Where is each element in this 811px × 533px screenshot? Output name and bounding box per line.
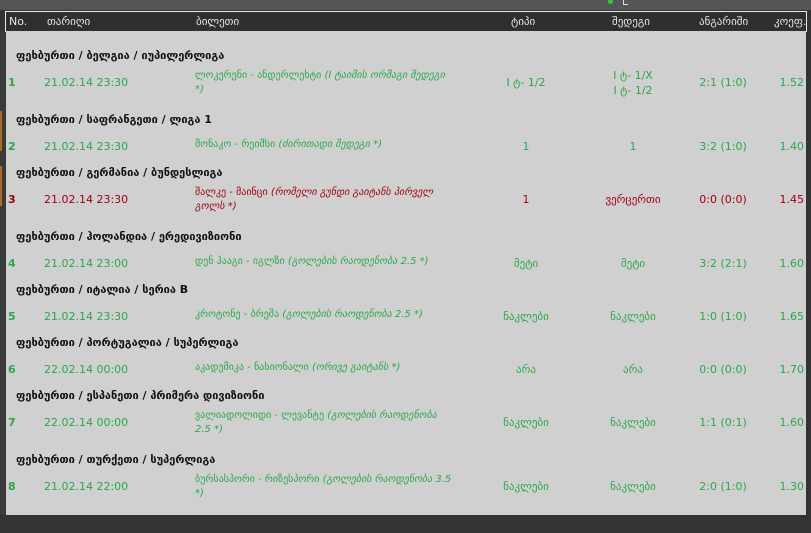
bet-type: ნაკლები [503, 480, 549, 493]
bet-date: 21.02.14 23:30 [44, 193, 129, 206]
col-result: შედეგი [612, 15, 650, 28]
col-coef: კოეფ. [774, 15, 807, 28]
market-name: (ორივე გაიტანს *) [311, 362, 401, 373]
bet-type: ნაკლები [503, 310, 549, 323]
bet-ticket: აკადემიკა - ნასიონალი (ორივე გაიტანს *) [195, 361, 455, 375]
bet-result: ნაკლები [610, 416, 656, 429]
market-name: (გოლების რაოდენობა 2.5 *) [287, 256, 429, 267]
match-name: ვალიადოლიდი - ლევანტე [195, 410, 328, 421]
bet-ticket: ლოკერენი - ანდერლეხტი (I ტაიმის ორმაგი შ… [195, 69, 455, 97]
bet-date: 21.02.14 22:00 [44, 480, 129, 493]
bet-result: მეტი [620, 257, 646, 270]
bet-type: I ტ- 1/2 [506, 76, 546, 89]
status-indicator-icon [608, 0, 613, 4]
market-name: (გოლების რაოდენობა 2.5 *) [282, 309, 423, 320]
match-name: მონაკო - რეიმსი [195, 139, 279, 150]
bet-date: 21.02.14 23:00 [44, 257, 129, 270]
bet-coef: 1.52 [779, 76, 805, 89]
bet-coef: 1.60 [779, 416, 805, 429]
bet-score: 0:0 (0:0) [699, 193, 747, 206]
bet-result: 1 [629, 140, 637, 153]
match-name: დენ ჰააგი - იგლზი [195, 256, 288, 267]
bet-type: 1 [522, 193, 530, 206]
bet-result: I ტ- 1/X [613, 69, 653, 82]
bet-ticket: დენ ჰააგი - იგლზი (გოლების რაოდენობა 2.5… [195, 255, 455, 269]
bet-number: 1 [8, 76, 16, 89]
section-title: ფეხბურთი / პორტუგალია / სუპერლიგა [16, 336, 239, 349]
col-ticket: ბილეთი [196, 15, 240, 28]
bet-score: 1:0 (1:0) [699, 310, 747, 323]
bet-date: 22.02.14 00:00 [44, 363, 129, 376]
bet-coef: 1.40 [779, 140, 805, 153]
bet-result: ვერცერთი [605, 193, 661, 206]
table-header: No. თარიღი ბილეთი ტიპი შედეგი ანგარიში კ… [5, 11, 807, 32]
bet-ticket: ბურსასპორი - რიზესპორი (გოლების რაოდენობ… [195, 473, 455, 501]
bet-number: 3 [8, 193, 16, 206]
bet-coef: 1.65 [779, 310, 805, 323]
bets-table: ფეხბურთი / ბელგია / იუპილერლიგა 1 21.02.14… [6, 31, 806, 515]
bet-number: 7 [8, 416, 16, 429]
bet-type: ნაკლები [503, 416, 549, 429]
bet-ticket: მონაკო - რეიმსი (ძირითადი შედეგი *) [195, 138, 455, 152]
bet-result: I ტ- 1/2 [613, 84, 653, 97]
bet-score: 3:2 (2:1) [699, 257, 747, 270]
bet-ticket: ვალიადოლიდი - ლევანტე (გოლების რაოდენობა… [195, 409, 455, 437]
bet-score: 2:1 (1:0) [699, 76, 747, 89]
bet-number: 6 [8, 363, 16, 376]
section-title: ფეხბურთი / საფრანგეთი / ლიგა 1 [16, 113, 212, 126]
bet-type: მეტი [513, 257, 539, 270]
col-type: ტიპი [511, 15, 536, 28]
match-name: კროტონე - ბრეშა [195, 309, 283, 320]
section-title: ფეხბურთი / თურქეთი / სუპერლიგა [16, 453, 216, 466]
bet-coef: 1.60 [779, 257, 805, 270]
col-no: No. [9, 15, 28, 28]
left-accent [0, 166, 2, 206]
section-title: ფეხბურთი / ესპანეთი / პრიმერა დივიზიონი [16, 389, 265, 402]
section-title: ფეხბურთი / ბელგია / იუპილერლიგა [16, 49, 225, 62]
bet-score: 1:1 (0:1) [699, 416, 747, 429]
bet-type: 1 [522, 140, 530, 153]
section-title: ფეხბურთი / იტალია / სერია B [16, 283, 189, 296]
bet-coef: 1.45 [779, 193, 805, 206]
bet-number: 4 [8, 257, 16, 270]
bet-coef: 1.30 [779, 480, 805, 493]
bet-score: 0:0 (0:0) [699, 363, 747, 376]
market-name: (ძირითადი შედეგი *) [278, 139, 382, 150]
bet-score: 2:0 (1:0) [699, 480, 747, 493]
match-name: შალკე - მაინცი [195, 187, 271, 198]
bet-ticket: შალკე - მაინცი (რომელი გუნდი გაიტანს პირ… [195, 186, 455, 214]
col-date: თარიღი [47, 15, 91, 28]
bet-date: 22.02.14 00:00 [44, 416, 129, 429]
bet-coef: 1.70 [779, 363, 805, 376]
bet-score: 3:2 (1:0) [699, 140, 747, 153]
bet-date: 21.02.14 23:30 [44, 310, 129, 323]
bet-number: 2 [8, 140, 16, 153]
left-accent [0, 111, 2, 151]
bet-number: 5 [8, 310, 16, 323]
bet-result: ნაკლები [610, 310, 656, 323]
check-icon [623, 0, 628, 5]
bet-date: 21.02.14 23:30 [44, 76, 129, 89]
bet-number: 8 [8, 480, 16, 493]
bet-date: 21.02.14 23:30 [44, 140, 129, 153]
col-score: ანგარიში [699, 15, 749, 28]
match-name: აკადემიკა - ნასიონალი [195, 362, 312, 373]
bet-type: არა [516, 363, 536, 376]
match-name: ლოკერენი - ანდერლეხტი [195, 70, 325, 81]
match-name: ბურსასპორი - რიზესპორი [195, 474, 323, 485]
bet-ticket: კროტონე - ბრეშა (გოლების რაოდენობა 2.5 *… [195, 308, 455, 322]
bet-result: არა [623, 363, 643, 376]
section-title: ფეხბურთი / ჰოლანდია / ერედივიზიონი [16, 230, 242, 243]
bet-result: ნაკლები [610, 480, 656, 493]
section-title: ფეხბურთი / გერმანია / ბუნდესლიგა [16, 166, 223, 179]
top-bar [0, 0, 811, 10]
